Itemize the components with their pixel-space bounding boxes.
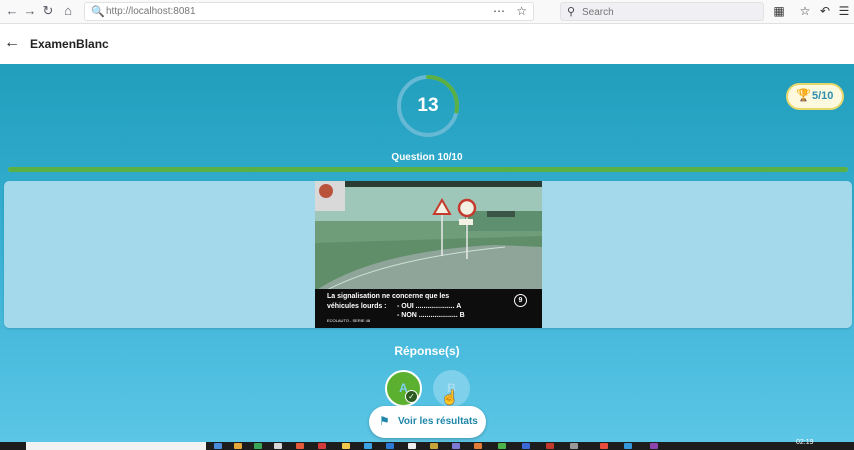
answer-a-button[interactable]: A — [385, 370, 422, 407]
quiz-area: 13 🏆 5/10 Question 10/10 La signalisatio… — [0, 64, 854, 442]
responses-heading: Réponse(s) — [394, 344, 460, 358]
bookmarks-icon[interactable]: ☆ — [797, 3, 813, 19]
url-text: http://localhost:8081 — [106, 6, 196, 17]
os-taskbar: 02:19 — [0, 439, 854, 450]
taskbar-app-icon[interactable] — [408, 443, 416, 449]
taskbar-app-icon[interactable] — [498, 443, 506, 449]
address-bar[interactable]: 🔍 http://localhost:8081 ⋯ ☆ — [84, 2, 534, 21]
caption-line-3: - NON .................... B — [397, 312, 465, 319]
taskbar-app-icon[interactable] — [452, 443, 460, 449]
question-photo: La signalisation ne concerne que les véh… — [315, 181, 542, 328]
browser-toolbar: ← → ↻ ⌂ 🔍 http://localhost:8081 ⋯ ☆ ⚲ ▦ … — [0, 0, 854, 24]
page-title: ExamenBlanc — [30, 37, 109, 51]
taskbar-app-icon[interactable] — [342, 443, 350, 449]
search-icon: ⚲ — [567, 6, 576, 18]
score-badge: 🏆 5/10 — [786, 83, 844, 110]
lock-icon: 🔍 — [91, 6, 105, 18]
taskbar-clock: 02:19 — [796, 439, 814, 446]
undo-icon[interactable]: ↶ — [817, 3, 833, 19]
taskbar-app-icon[interactable] — [254, 443, 262, 449]
question-number-badge: 9 — [514, 294, 527, 307]
hand-cursor-icon: ☝ — [441, 389, 459, 405]
more-icon[interactable]: ⋯ — [493, 4, 505, 18]
taskbar-app-icon[interactable] — [430, 443, 438, 449]
view-results-label: Voir les résultats — [398, 416, 478, 427]
question-progress-bar — [8, 167, 848, 172]
search-input[interactable] — [582, 5, 752, 19]
taskbar-app-icon[interactable] — [318, 443, 326, 449]
taskbar-app-icon[interactable] — [650, 443, 658, 449]
trophy-icon: 🏆 — [796, 88, 811, 102]
star-icon[interactable]: ☆ — [516, 4, 527, 18]
taskbar-app-icon[interactable] — [474, 443, 482, 449]
back-arrow-icon[interactable]: ← — [4, 3, 20, 19]
forward-arrow-icon[interactable]: → — [22, 3, 38, 19]
taskbar-search-box[interactable] — [26, 442, 206, 450]
taskbar-app-icon[interactable] — [274, 443, 282, 449]
extensions-icon[interactable]: ▦ — [771, 3, 787, 19]
back-arrow-icon[interactable]: ← — [4, 34, 20, 52]
reload-icon[interactable]: ↻ — [40, 3, 56, 19]
question-progress-fill — [8, 167, 848, 172]
taskbar-app-icon[interactable] — [522, 443, 530, 449]
timer-value: 13 — [417, 95, 439, 116]
caption-line-2a: véhicules lourds : — [327, 303, 387, 310]
taskbar-app-icon[interactable] — [570, 443, 578, 449]
taskbar-app-icon[interactable] — [234, 443, 242, 449]
caption-line-2b: - OUI .................... A — [397, 303, 462, 310]
taskbar-app-icon[interactable] — [296, 443, 304, 449]
taskbar-app-icon[interactable] — [364, 443, 372, 449]
flag-icon: ⚑ — [379, 414, 390, 428]
taskbar-app-icon[interactable] — [214, 443, 222, 449]
taskbar-app-icon[interactable] — [624, 443, 632, 449]
question-image-panel: La signalisation ne concerne que les véh… — [4, 181, 852, 328]
caption-line-1: La signalisation ne concerne que les — [327, 293, 450, 300]
taskbar-app-icon[interactable] — [386, 443, 394, 449]
score-value: 5/10 — [812, 90, 834, 102]
taskbar-app-icon[interactable] — [546, 443, 554, 449]
taskbar-app-icon[interactable] — [600, 443, 608, 449]
menu-icon[interactable]: ☰ — [836, 3, 852, 19]
check-icon: ✓ — [405, 390, 418, 403]
browser-search-box[interactable]: ⚲ — [560, 2, 764, 21]
view-results-button[interactable]: ⚑ Voir les résultats — [369, 406, 486, 438]
caption-series: ECOLAUTO - SERIE 48 — [327, 318, 371, 323]
app-header: ← ExamenBlanc — [0, 24, 854, 64]
home-icon[interactable]: ⌂ — [60, 3, 76, 19]
question-counter: Question 10/10 — [391, 152, 463, 163]
